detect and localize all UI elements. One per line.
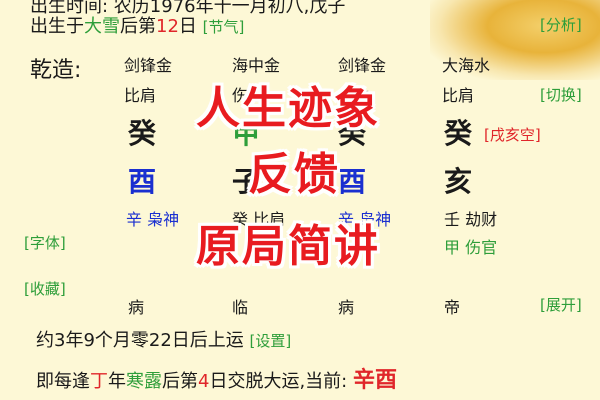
- xunkong-link[interactable]: [戌亥空]: [484, 124, 541, 145]
- nayin-year: 剑锋金: [124, 56, 173, 75]
- luck-start-text: 约3年9个月零22日后上运: [36, 330, 244, 351]
- stage-hour: 帝: [444, 298, 461, 317]
- luck-stem: 丁: [90, 371, 108, 392]
- hidden-hour-b: 甲 伤官: [444, 238, 498, 257]
- birth-day: 12: [156, 16, 179, 37]
- luck-term: 寒露: [126, 371, 162, 392]
- nayin-hour: 大海水: [442, 56, 491, 75]
- stage-year: 病: [128, 298, 145, 317]
- switch-link[interactable]: [切换]: [540, 84, 582, 105]
- birth-term: 大雪: [84, 16, 120, 37]
- overlay-title-2: 反馈: [248, 149, 340, 200]
- font-link[interactable]: [字体]: [24, 232, 66, 253]
- overlay-title-1: 人生迹象: [196, 83, 380, 134]
- luck-suffix: 日交脱大运,当前:: [209, 371, 348, 392]
- birth-term-line: 出生于大雪后第12日 [节气]: [30, 12, 244, 38]
- luck-start-line: 约3年9个月零22日后上运 [设置]: [36, 326, 291, 352]
- current-luck: 辛酉: [352, 368, 397, 393]
- branch-hour: 亥: [444, 165, 473, 198]
- analyze-link[interactable]: [分析]: [540, 14, 582, 35]
- expand-link[interactable]: [展开]: [540, 294, 582, 315]
- hidden-hour-a: 壬 劫财: [444, 210, 498, 229]
- stage-day: 病: [338, 298, 355, 317]
- setting-link[interactable]: [设置]: [250, 332, 292, 350]
- stem-year: 癸: [128, 117, 157, 150]
- shishen-hour: 比肩: [442, 86, 475, 105]
- branch-year: 酉: [128, 165, 157, 198]
- hidden-year: 辛 枭神: [126, 210, 180, 229]
- birth-prefix: 出生于: [30, 16, 84, 37]
- luck-prefix: 即每逢: [36, 371, 90, 392]
- birth-mid: 后第: [120, 16, 156, 37]
- branch-day: 酉: [338, 165, 367, 198]
- shishen-year: 比肩: [124, 86, 157, 105]
- stem-hour: 癸: [444, 117, 473, 150]
- luck-mid1: 年: [108, 371, 126, 392]
- chart-label: 乾造:: [30, 58, 82, 83]
- luck-change-line: 即每逢丁年寒露后第4日交脱大运,当前: 辛酉: [36, 362, 397, 394]
- jieqi-link[interactable]: [节气]: [203, 18, 245, 36]
- favorite-link[interactable]: [收藏]: [24, 278, 66, 299]
- luck-day: 4: [198, 371, 210, 392]
- birth-suffix: 日: [178, 16, 197, 37]
- luck-mid2: 后第: [162, 371, 198, 392]
- stage-month: 临: [232, 298, 249, 317]
- overlay-title-3: 原局简讲: [196, 221, 380, 272]
